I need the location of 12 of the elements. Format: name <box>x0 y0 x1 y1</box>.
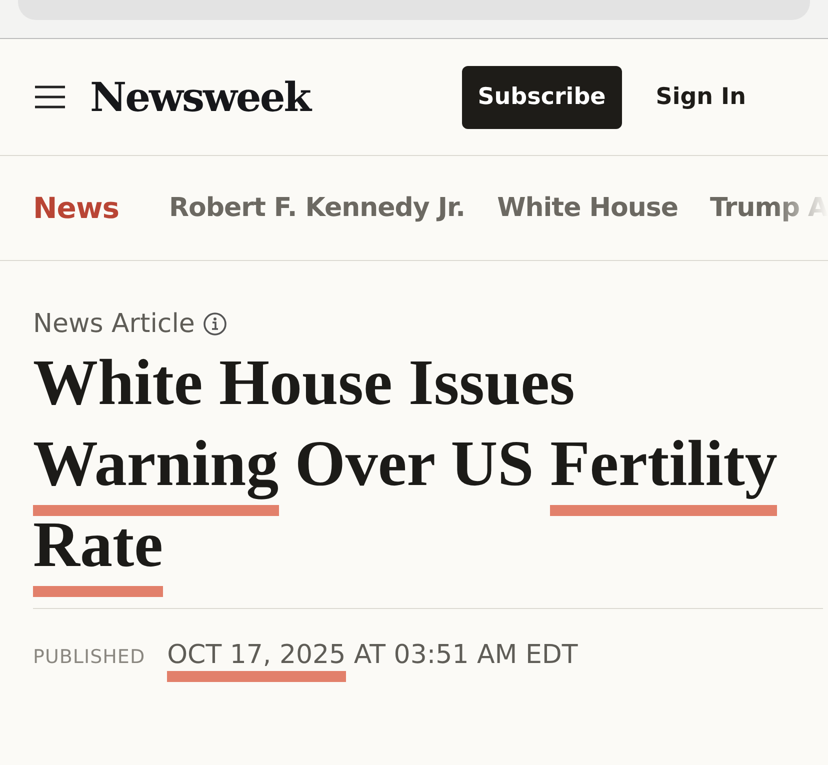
subscribe-button[interactable]: Subscribe <box>462 66 622 128</box>
article-type-label: News Article <box>33 309 195 339</box>
logo[interactable]: Newsweek <box>90 74 310 120</box>
published-label: PUBLISHED <box>33 646 146 668</box>
info-icon[interactable] <box>202 312 227 336</box>
menu-icon[interactable] <box>34 85 66 109</box>
nav-tab[interactable]: White House <box>497 193 678 223</box>
headline: White House Issues Warning Over US Fertility Rate <box>33 343 823 609</box>
publish-date: OCT 17, 2025 AT 03:51 AM EDT <box>167 641 578 685</box>
nav-tab[interactable]: News <box>33 191 119 225</box>
nav-tab[interactable]: Robert F. Kennedy Jr. <box>169 193 466 223</box>
sign-in-button[interactable]: Sign In <box>656 84 746 110</box>
